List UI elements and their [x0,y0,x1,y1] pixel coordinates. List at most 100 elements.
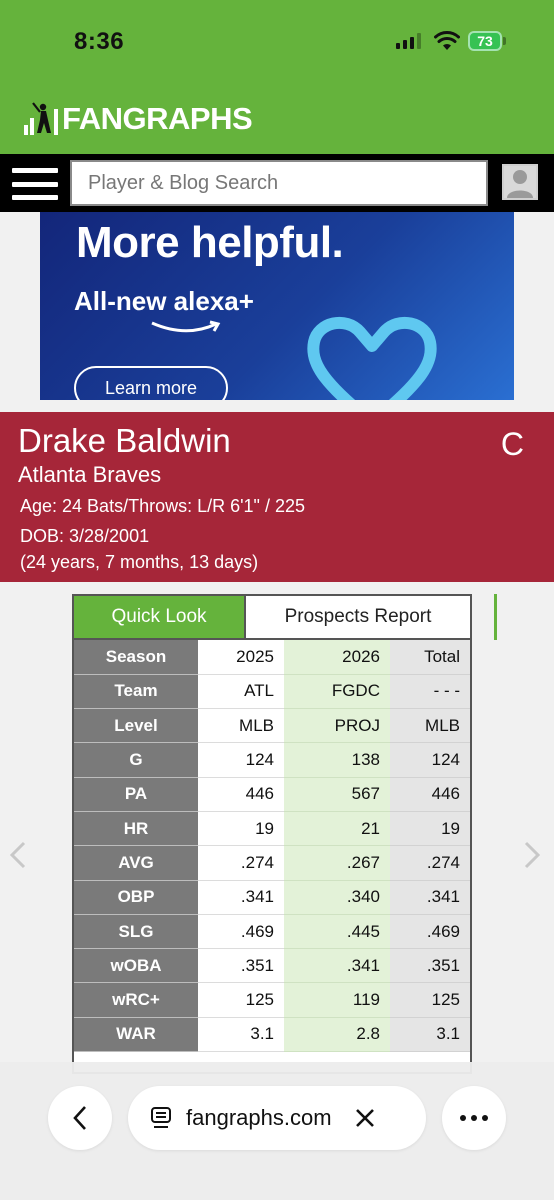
stat-2025: 19 [198,811,284,847]
stat-label[interactable]: Team [74,674,198,710]
stat-2025: 3.1 [198,1017,284,1053]
chevron-left-icon [73,1106,86,1130]
search-input[interactable] [70,160,488,206]
stat-2025: 446 [198,777,284,812]
address-bar[interactable]: fangraphs.com [128,1086,426,1150]
stats-row: G 124 138 124 [74,742,470,778]
ad-headline: More helpful. [76,218,344,267]
chevron-right-icon[interactable] [522,840,542,870]
stat-2026-proj: .445 [284,914,390,950]
stat-2026-proj: 138 [284,742,390,778]
stat-2026-proj: .341 [284,948,390,984]
stat-2025: 124 [198,742,284,778]
stat-total: 446 [390,777,470,812]
fangraphs-logo[interactable]: FANGRAPHS [24,98,253,138]
site-header: 8:36 73 FANGRAPHS [0,0,554,154]
player-name: Drake Baldwin [18,422,231,459]
stat-2025: ATL [198,674,284,710]
page-menu-icon [151,1107,171,1128]
player-position: C [500,426,524,462]
stat-2026-proj: 567 [284,777,390,812]
stat-label[interactable]: wOBA [74,948,198,984]
more-button[interactable] [442,1086,506,1150]
chevron-left-icon[interactable] [8,840,28,870]
stat-2025: .351 [198,948,284,984]
stats-row: Season 2025 2026 Total [74,640,470,675]
stat-label[interactable]: SLG [74,914,198,950]
stat-label[interactable]: G [74,742,198,778]
stat-label[interactable]: HR [74,811,198,847]
heart-icon [307,317,437,400]
advertisement-banner[interactable]: More helpful. All-new alexa+ Learn more [40,212,514,400]
batter-logo-icon [24,102,58,135]
menu-icon[interactable] [12,168,58,200]
stat-2025: .469 [198,914,284,950]
player-age-detail: (24 years, 7 months, 13 days) [20,552,259,572]
stat-total: .274 [390,845,470,881]
stat-total: Total [390,640,470,675]
stats-row: wOBA .351.341.351 [74,948,470,984]
cellular-signal-icon [396,33,421,49]
ad-subline: All-new alexa+ [74,286,254,316]
stat-total: 3.1 [390,1017,470,1053]
stat-2026-proj: 21 [284,811,390,847]
stat-2025: .274 [198,845,284,881]
stat-2025: 2025 [198,640,284,675]
back-button[interactable] [48,1086,112,1150]
stat-label[interactable]: OBP [74,880,198,915]
stat-label[interactable]: WAR [74,1017,198,1053]
stats-row: PA 446 567 446 [74,777,470,812]
stat-total: - - - [390,674,470,710]
quick-look-card: Quick Look Prospects Report Season 2025 20… [72,594,472,1074]
stat-2025: 125 [198,982,284,1018]
stat-total: .469 [390,914,470,950]
stat-2026-proj: FGDC [284,674,390,710]
card-tabs: Quick Look Prospects Report [74,596,470,640]
stats-row: Level MLB PROJ MLB [74,708,470,744]
close-icon[interactable] [354,1107,376,1129]
stat-2025: .341 [198,880,284,915]
ad-learn-more-button[interactable]: Learn more [74,366,228,400]
tab-prospects-report[interactable]: Prospects Report [244,596,470,638]
url-text: fangraphs.com [186,1105,332,1130]
stat-2026-proj: 2026 [284,640,390,675]
stat-2026-proj: 119 [284,982,390,1018]
tab-quick-look[interactable]: Quick Look [74,596,244,638]
stats-row: AVG .274.267.274 [74,845,470,881]
stat-total: 124 [390,742,470,778]
stat-label[interactable]: wRC+ [74,982,198,1018]
stats-row: HR 19 21 19 [74,811,470,847]
stat-total: .341 [390,880,470,915]
search-bar [0,154,554,212]
stat-label[interactable]: AVG [74,845,198,881]
stat-total: MLB [390,708,470,744]
player-dob: DOB: 3/28/2001 [20,526,150,546]
status-time: 8:36 [74,28,125,55]
user-icon [507,170,533,198]
stat-2026-proj: .340 [284,880,390,915]
stats-row: SLG .469.445.469 [74,914,470,950]
player-team[interactable]: Atlanta Braves [18,462,161,488]
stat-label[interactable]: PA [74,777,198,812]
logo-text: FANGRAPHS [62,100,253,136]
stat-2025: MLB [198,708,284,744]
stat-label[interactable]: Level [74,708,198,744]
stat-total: 19 [390,811,470,847]
stats-row: wRC+ 125 119 125 [74,982,470,1018]
stat-2026-proj: 2.8 [284,1017,390,1053]
player-bio: Age: 24 Bats/Throws: L/R 6'1" / 225 [20,496,305,516]
next-card-edge [494,594,497,640]
amazon-smile-icon [151,320,221,333]
stats-row: Team ATL FGDC - - - [74,674,470,710]
stat-2026-proj: .267 [284,845,390,881]
stat-total: 125 [390,982,470,1018]
player-header: Drake Baldwin Atlanta Braves C Age: 24 B… [0,412,554,582]
account-button[interactable] [502,164,538,200]
wifi-icon [434,31,460,50]
stat-2026-proj: PROJ [284,708,390,744]
battery-icon: 73 [468,30,508,52]
stats-row: OBP .341.340.341 [74,880,470,915]
stat-label[interactable]: Season [74,640,198,675]
browser-toolbar: fangraphs.com [0,1062,554,1200]
stat-total: .351 [390,948,470,984]
